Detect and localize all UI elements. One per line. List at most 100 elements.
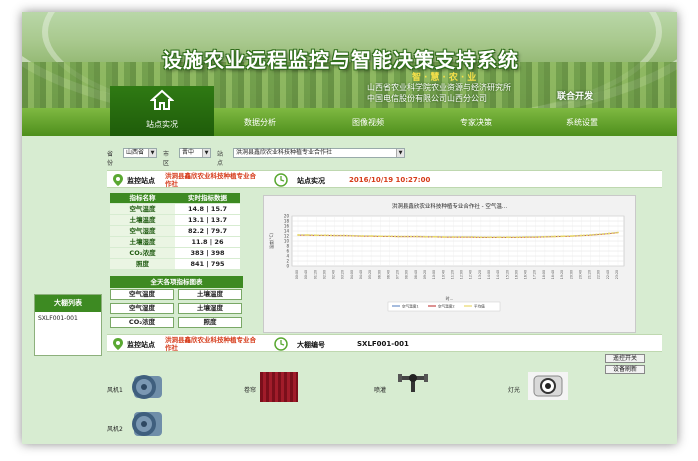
data-point — [498, 236, 501, 239]
location-pin-icon — [113, 174, 123, 186]
chart-title: 洪洞县鑫欣农业科技种植专业合作社 - 空气温... — [392, 202, 507, 210]
co2-chart-button[interactable]: CO₂浓度 — [110, 317, 174, 328]
x-tick-label: 14:00 — [487, 270, 491, 279]
site-value: 洪洞县鑫欣农业科技种植专业合作社 — [236, 149, 333, 156]
data-point — [443, 236, 446, 238]
x-tick-label: 21:20 — [588, 270, 592, 279]
x-tick-label: 09:20 — [423, 270, 427, 279]
indicator-value: 841 | 795 — [175, 259, 240, 270]
device-refresh-button[interactable]: 设备刷新 — [605, 365, 645, 374]
air-humidity-chart-button[interactable]: 空气湿度 — [110, 303, 174, 314]
data-point — [580, 234, 583, 237]
data-point — [333, 234, 336, 237]
curtain-label: 卷帘 — [244, 387, 257, 394]
x-tick-label: 16:40 — [524, 270, 528, 279]
tab-data-analysis[interactable]: 数据分析 — [244, 117, 276, 128]
tab-image-video[interactable]: 图像视频 — [352, 117, 384, 128]
x-tick-label: 04:00 — [350, 270, 354, 279]
data-point — [370, 235, 373, 237]
y-axis-label: 温度(°C) — [268, 233, 274, 249]
data-point — [534, 236, 537, 238]
data-point — [617, 231, 619, 234]
fan-icon[interactable] — [126, 408, 166, 440]
chart-svg: 洪洞县鑫欣农业科技种植专业合作社 - 空气温...024681012141618… — [268, 202, 625, 312]
city-select[interactable]: 晋中 ▼ — [179, 148, 211, 158]
data-point — [571, 235, 574, 237]
shed-number: SXLF001-001 — [357, 340, 409, 348]
fan-icon[interactable] — [126, 372, 166, 402]
x-tick-label: 22:00 — [597, 270, 601, 279]
province-label: 省份 — [107, 151, 114, 167]
x-tick-label: 11:20 — [450, 270, 454, 279]
org-line-2: 中国电信股份有限公司山西分公司 — [367, 94, 487, 103]
table-row: 土壤温度 13.1 | 13.7 — [110, 215, 240, 226]
site-live-label: 站点实况 — [297, 177, 325, 185]
indicator-value: 82.2 | 79.7 — [175, 226, 240, 237]
shed-list-item[interactable]: SXLF001-001 — [35, 312, 101, 322]
x-tick-label: 19:20 — [560, 270, 564, 279]
illuminance-chart-button[interactable]: 照度 — [178, 317, 242, 328]
org-line-1: 山西省农业科学院农业资源与经济研究所 — [367, 83, 511, 92]
x-tick-label: 03:20 — [341, 270, 345, 279]
x-tick-label: 16:00 — [514, 270, 518, 279]
data-point — [379, 235, 382, 238]
location-pin-icon — [113, 338, 123, 350]
x-tick-label: 00:40 — [304, 270, 308, 279]
all-day-chart-title: 全天各项指标图表 — [110, 276, 243, 288]
table-header: 指标名称 实时指标数据 — [110, 193, 240, 204]
legend-label: 空气温度1 — [402, 304, 419, 309]
data-point — [562, 235, 565, 238]
x-tick-label: 12:40 — [469, 270, 473, 279]
monitor-site-name: 洪洞县鑫欣农业科技种植专业合作社 — [165, 172, 256, 188]
y-tick-label: 4 — [286, 254, 289, 259]
data-point — [598, 233, 601, 236]
x-tick-label: 05:20 — [368, 270, 372, 279]
x-tick-label: 23:20 — [615, 270, 619, 279]
clock-icon — [274, 173, 288, 187]
table-row: CO₂浓度 383 | 398 — [110, 248, 240, 259]
system-title: 设施农业远程监控与智能决策支持系统 — [162, 48, 519, 72]
city-label: 市区 — [163, 151, 170, 167]
app-window: 设施农业远程监控与智能决策支持系统 智·慧·农·业 山西省农业科学院农业资源与经… — [22, 12, 677, 444]
x-tick-label: 07:20 — [396, 270, 400, 279]
chevron-down-icon: ▼ — [148, 149, 156, 157]
x-tick-label: 14:40 — [496, 270, 500, 279]
column-header: 实时指标数据 — [175, 193, 240, 204]
data-point — [452, 236, 455, 238]
tab-site-live[interactable]: 站点实况 — [110, 86, 214, 136]
data-point — [479, 236, 482, 239]
light-icon[interactable] — [528, 372, 568, 400]
chevron-down-icon: ▼ — [202, 149, 210, 157]
tab-expert-decision[interactable]: 专家决策 — [460, 117, 492, 128]
light-label: 灯光 — [508, 387, 521, 394]
x-tick-label: 15:20 — [505, 270, 509, 279]
x-tick-label: 10:00 — [432, 270, 436, 279]
data-point — [351, 234, 354, 237]
air-temp-chart-button[interactable]: 空气温度 — [110, 289, 174, 300]
x-tick-label: 20:40 — [578, 270, 582, 279]
data-point — [315, 234, 318, 237]
temperature-chart: 洪洞县鑫欣农业科技种植专业合作社 - 空气温... 0 2 4 6 8 10 12 14 16 18… — [263, 195, 636, 333]
tab-system-settings[interactable]: 系统设置 — [566, 117, 598, 128]
data-point — [297, 234, 299, 236]
y-tick-label: 0 — [286, 264, 289, 269]
indicator-value: 11.8 | 26 — [175, 237, 240, 248]
x-tick-label: 02:00 — [322, 270, 326, 279]
home-icon — [150, 89, 174, 110]
province-select[interactable]: 山西省 ▼ — [123, 148, 157, 158]
sprinkler-icon[interactable] — [396, 370, 430, 394]
indicator-name: 空气温度 — [110, 204, 175, 215]
x-tick-label: 22:40 — [606, 270, 610, 279]
soil-temp-chart-button[interactable]: 土壤温度 — [178, 289, 242, 300]
data-point — [516, 236, 519, 239]
site-select[interactable]: 洪洞县鑫欣农业科技种植专业合作社 ▼ — [233, 148, 405, 158]
curtain-icon[interactable] — [260, 372, 298, 402]
indicator-name: 照度 — [110, 259, 175, 270]
y-tick-label: 10 — [284, 239, 290, 244]
data-point — [607, 232, 610, 235]
soil-humidity-chart-button[interactable]: 土壤湿度 — [178, 303, 242, 314]
remote-switch-button[interactable]: 遥控开关 — [605, 354, 645, 363]
data-point — [434, 235, 437, 238]
table-row: 土壤湿度 11.8 | 26 — [110, 237, 240, 248]
clock-icon — [274, 337, 288, 351]
